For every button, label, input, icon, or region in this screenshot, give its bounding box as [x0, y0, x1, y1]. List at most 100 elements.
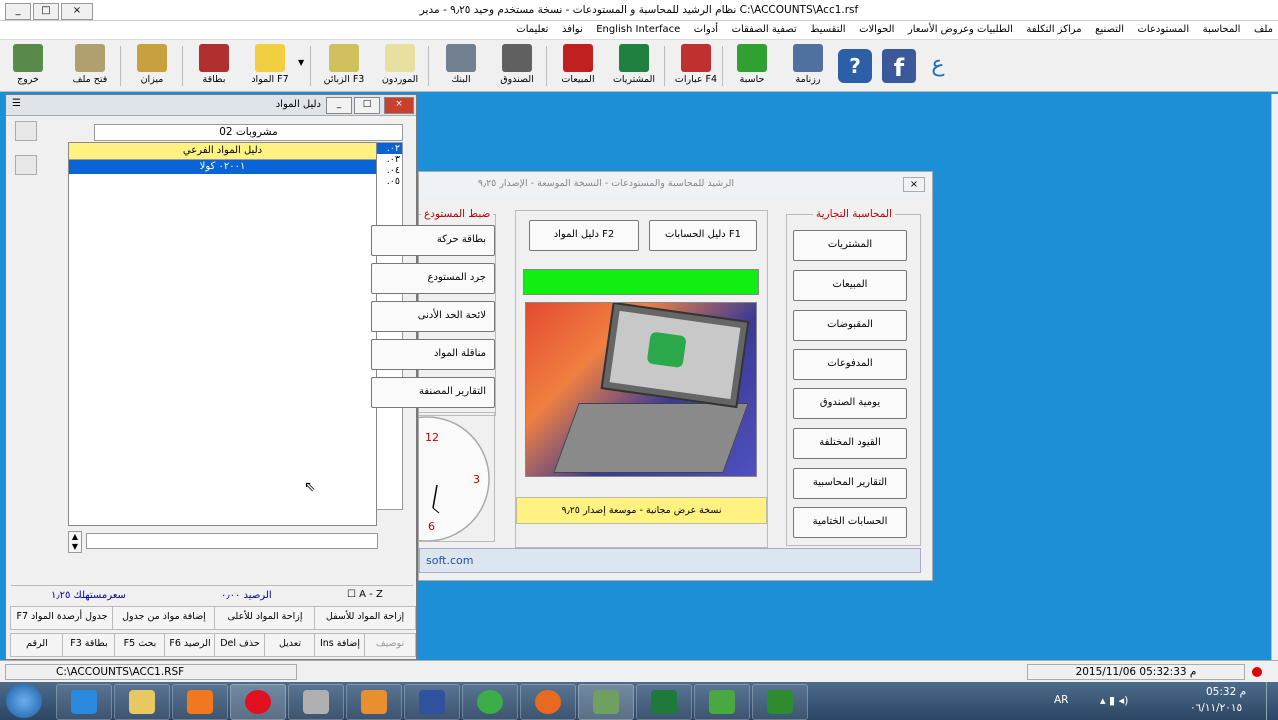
delete-button[interactable]: Del حذف: [214, 633, 266, 657]
receipts-button[interactable]: المقبوضات: [793, 310, 907, 341]
payments-button[interactable]: المدفوعات: [793, 349, 907, 380]
menu-warehouses[interactable]: المستودعات: [1133, 21, 1195, 35]
info-close-button[interactable]: ×: [903, 177, 925, 192]
infinity-icon[interactable]: [404, 684, 460, 720]
firefox-icon[interactable]: [520, 684, 576, 720]
media-icon[interactable]: [172, 684, 228, 720]
sort-toggle[interactable]: ☐ A - Z: [347, 589, 383, 600]
bank-button[interactable]: البنك: [433, 42, 489, 90]
tray-icons[interactable]: ▴ ▮ ◂): [1100, 694, 1128, 707]
search-input[interactable]: [86, 533, 378, 549]
menu-manufacturing[interactable]: التصنيع: [1090, 21, 1129, 35]
tools-icon[interactable]: [288, 684, 344, 720]
menu-installments[interactable]: التقسيط: [805, 21, 850, 35]
card-f3-button[interactable]: F3 بطاقة: [62, 633, 116, 657]
cash-daily-button[interactable]: يومية الصندوق: [793, 388, 907, 419]
explorer-icon[interactable]: [114, 684, 170, 720]
cashbox-icon: [502, 44, 532, 72]
description-button[interactable]: توصيف: [364, 633, 416, 657]
minimum-list-button[interactable]: لائحة الحد الأدنى: [371, 301, 495, 332]
menu-cost-centers[interactable]: مراكز التكلفة: [1021, 21, 1086, 35]
main-scrollbar[interactable]: [1271, 94, 1278, 660]
transfer-materials-button[interactable]: مناقلة المواد: [371, 339, 495, 370]
menu-tools[interactable]: أدوات: [689, 21, 723, 35]
card-button[interactable]: بطاقة: [186, 42, 242, 90]
arabic-icon[interactable]: ع: [924, 51, 952, 79]
number-button[interactable]: الرقم: [10, 633, 64, 657]
sub-materials-list[interactable]: دليل المواد الفرعي ٠٢٠٠١ كولا: [68, 142, 377, 526]
materials-balance-table-button[interactable]: F7 جدول أرصدة المواد: [10, 606, 114, 630]
scroll-stepper[interactable]: ▲ ▼: [68, 531, 82, 553]
clock-time[interactable]: 05:32 م: [1206, 686, 1246, 698]
excel-icon[interactable]: [636, 684, 692, 720]
movement-card-button[interactable]: بطاقة حركة: [371, 225, 495, 256]
opera-icon[interactable]: [230, 684, 286, 720]
list-item[interactable]: ٠٢.: [377, 143, 402, 154]
list-item[interactable]: ٠٥.: [377, 176, 402, 187]
clock-date[interactable]: ٠٦/١١/٢٠١٥: [1190, 702, 1242, 714]
calendar-button[interactable]: رزنامة: [780, 42, 836, 90]
start-icon[interactable]: [6, 684, 42, 718]
add-button[interactable]: Ins إضافة: [314, 633, 366, 657]
menu-english-interface[interactable]: English Interface: [591, 21, 685, 35]
camtasia-icon[interactable]: [694, 684, 750, 720]
balance-button[interactable]: ميزان: [124, 42, 180, 90]
ie-icon[interactable]: [56, 684, 112, 720]
card-icon: [199, 44, 229, 72]
menu-file[interactable]: ملف: [1249, 21, 1278, 35]
materials-guide-window: ☰ دليل المواد _ □ × مشروبات 02 ٠٢. ٠٣. ٠…: [5, 94, 417, 660]
menu-deal-settlement[interactable]: تصفية الصفقات: [727, 21, 802, 35]
help-icon[interactable]: ?: [838, 49, 872, 83]
move-up-button[interactable]: إزاحة المواد للأعلى: [214, 606, 316, 630]
add-from-table-button[interactable]: إضافة مواد من جدول: [112, 606, 216, 630]
customers-button[interactable]: الزبائن F3: [316, 42, 372, 90]
menu-help[interactable]: تعليمات: [511, 21, 553, 35]
suppliers-button[interactable]: الموردون: [372, 42, 428, 90]
misc-entries-button[interactable]: القيود المختلفة: [793, 428, 907, 459]
menu-accounting[interactable]: المحاسبة: [1198, 21, 1246, 35]
menu-transfers[interactable]: الحوالات: [854, 21, 899, 35]
language-indicator[interactable]: AR: [1054, 694, 1068, 706]
camtasia2-icon[interactable]: [752, 684, 808, 720]
materials-close-button[interactable]: ×: [384, 97, 414, 114]
materials-guide-f2-button[interactable]: دليل المواد F2: [529, 220, 639, 251]
calc-app-icon[interactable]: [578, 684, 634, 720]
menu-windows[interactable]: نوافذ: [557, 21, 588, 35]
move-down-button[interactable]: إزاحة المواد للأسفل: [314, 606, 416, 630]
exit-button[interactable]: خروج: [0, 42, 56, 90]
website-link[interactable]: soft.com: [419, 548, 921, 573]
classified-reports-button[interactable]: التقارير المصنفة: [371, 377, 495, 408]
purchases-button[interactable]: المشتريات: [606, 42, 662, 90]
window-menu-icon[interactable]: ☰: [12, 98, 21, 109]
journal-button[interactable]: عبارات F4: [668, 42, 724, 90]
facebook-icon[interactable]: f: [882, 49, 916, 83]
materials-restore-button[interactable]: □: [354, 97, 380, 114]
paint-icon[interactable]: [346, 684, 402, 720]
menu-orders[interactable]: الطلبيات وعروض الأسعار: [903, 21, 1018, 35]
accounting-reports-button[interactable]: التقارير المحاسبية: [793, 468, 907, 499]
materials-dropdown-icon[interactable]: ▼: [298, 58, 304, 67]
purchases-button-main[interactable]: المشتريات: [793, 230, 907, 261]
category-field[interactable]: مشروبات 02: [94, 124, 403, 141]
calculator-button[interactable]: حاسبة: [724, 42, 780, 90]
sales-button-main[interactable]: المبيعات: [793, 270, 907, 301]
edit-button[interactable]: تعديل: [264, 633, 316, 657]
open-file-button[interactable]: فتح ملف: [62, 42, 118, 90]
list-item[interactable]: ٠٤.: [377, 165, 402, 176]
materials-button[interactable]: المواد F7: [242, 42, 298, 90]
sales-button[interactable]: المبيعات: [550, 42, 606, 90]
show-desktop-button[interactable]: [1266, 682, 1278, 720]
balance-f6-button[interactable]: F6 الرصيد: [164, 633, 216, 657]
search-f5-button[interactable]: F5 بحث: [114, 633, 166, 657]
final-accounts-button[interactable]: الحسابات الختامية: [793, 507, 907, 538]
folder-icon[interactable]: [15, 155, 37, 175]
inventory-count-button[interactable]: جرد المستودع: [371, 263, 495, 294]
customers-icon: [329, 44, 359, 72]
chrome-icon[interactable]: [462, 684, 518, 720]
materials-minimize-button[interactable]: _: [326, 97, 352, 114]
table-row[interactable]: ٠٢٠٠١ كولا: [69, 160, 376, 174]
list-item[interactable]: ٠٣.: [377, 154, 402, 165]
import-icon[interactable]: [15, 121, 37, 141]
cashbox-button[interactable]: الصندوق: [489, 42, 545, 90]
accounts-guide-f1-button[interactable]: دليل الحسابات F1: [649, 220, 757, 251]
